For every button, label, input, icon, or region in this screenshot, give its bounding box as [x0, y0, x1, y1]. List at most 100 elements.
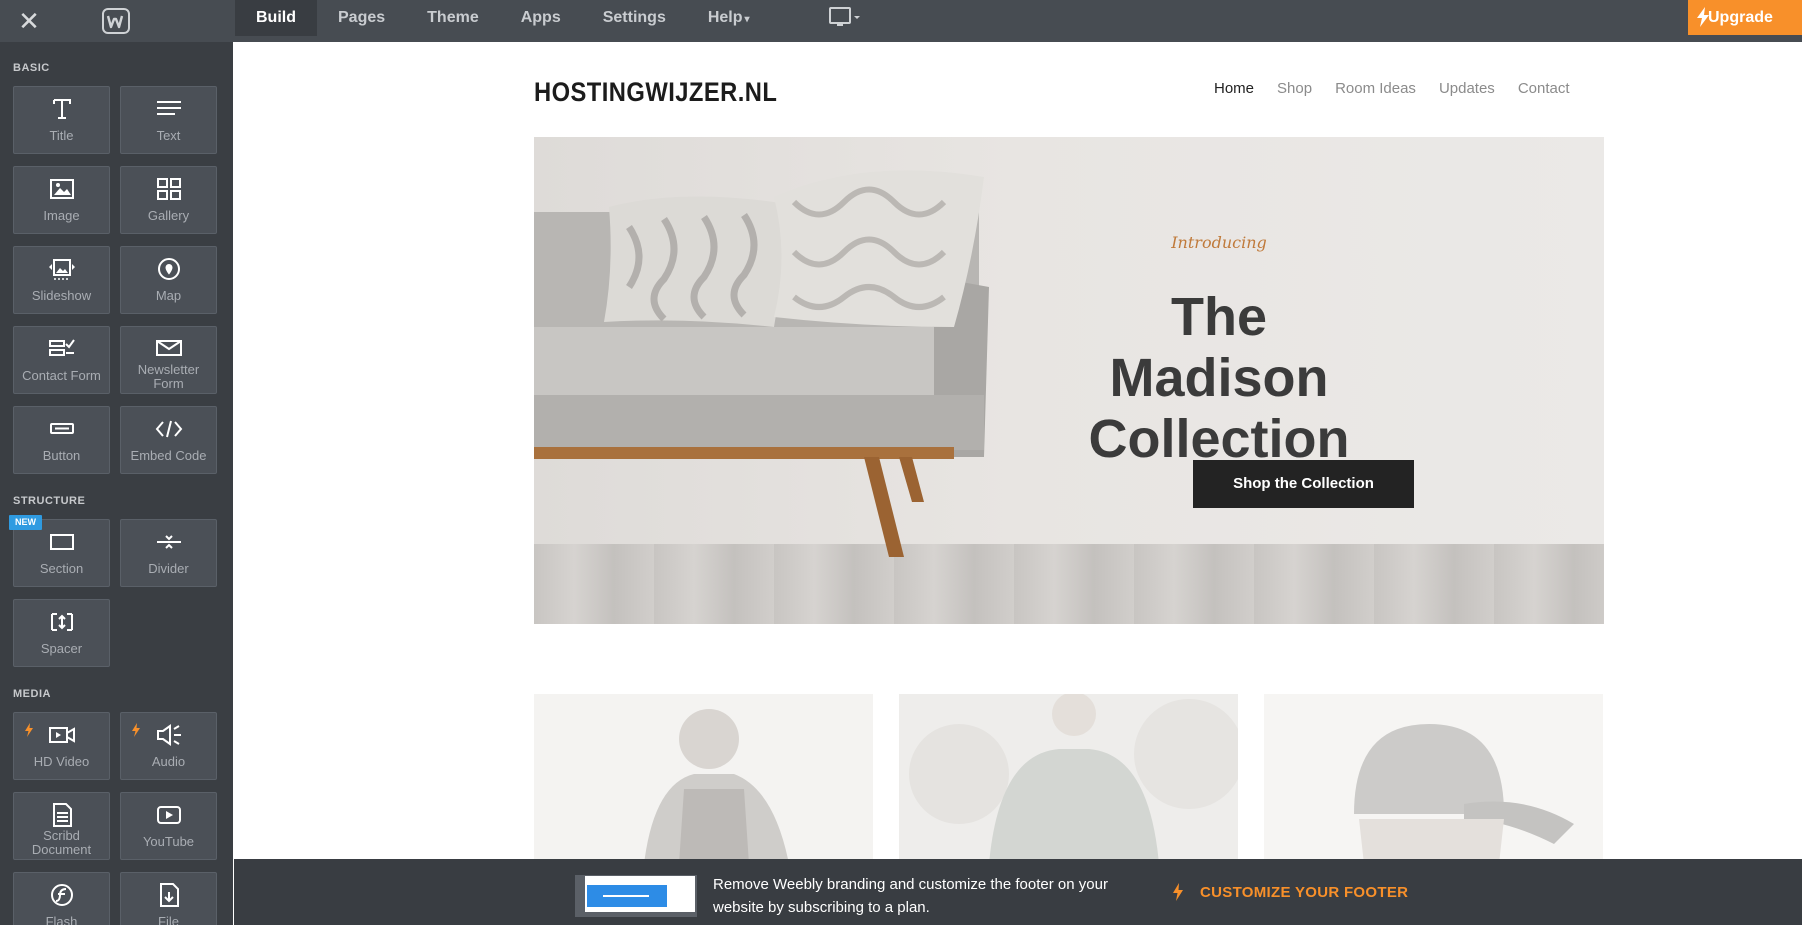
- element-newsletter-form[interactable]: Newsletter Form: [120, 326, 217, 394]
- element-file[interactable]: File: [120, 872, 217, 925]
- element-text[interactable]: Text: [120, 86, 217, 154]
- customize-footer-link[interactable]: CUSTOMIZE YOUR FOOTER: [1173, 883, 1409, 901]
- element-newsletter-label-2: Form: [153, 376, 184, 391]
- lightning-icon: [25, 723, 33, 737]
- contact-form-icon: [49, 339, 75, 356]
- element-flash[interactable]: Flash: [13, 872, 110, 925]
- element-section-label: Section: [39, 561, 84, 576]
- chevron-down-icon: ▾: [744, 14, 750, 25]
- video-camera-icon: [49, 727, 75, 743]
- structure-heading: STRUCTURE: [13, 495, 86, 507]
- element-scribd-label-2: Document: [31, 842, 92, 857]
- tab-apps[interactable]: Apps: [500, 0, 582, 36]
- new-badge: NEW: [9, 515, 42, 530]
- site-nav-shop[interactable]: Shop: [1277, 80, 1312, 97]
- site-nav-contact[interactable]: Contact: [1518, 80, 1570, 97]
- element-title-label: Title: [49, 128, 74, 143]
- element-divider-label: Divider: [148, 561, 189, 576]
- element-file-label: File: [158, 914, 179, 925]
- hero-banner[interactable]: Introducing The Madison Collection Shop …: [534, 137, 1604, 624]
- product-image-cap[interactable]: [1264, 694, 1603, 859]
- element-slideshow[interactable]: Slideshow: [13, 246, 110, 314]
- site-nav-updates[interactable]: Updates: [1439, 80, 1495, 97]
- image-icon: [50, 179, 74, 199]
- element-text-label: Text: [156, 128, 181, 143]
- site-nav-home[interactable]: Home: [1214, 80, 1254, 97]
- product-photo-man: [899, 694, 1238, 859]
- site-nav: Home Shop Room Ideas Updates Contact: [1214, 80, 1593, 97]
- divider-icon: [157, 535, 181, 549]
- text-lines-icon: [157, 101, 181, 115]
- upgrade-button[interactable]: Upgrade: [1688, 0, 1802, 35]
- element-title[interactable]: Title: [13, 86, 110, 154]
- footer-upsell-message: Remove Weebly branding and customize the…: [713, 873, 1133, 919]
- element-contact-form[interactable]: Contact Form: [13, 326, 110, 394]
- element-spacer-label: Spacer: [40, 641, 83, 656]
- product-image-jacket[interactable]: [534, 694, 873, 859]
- element-map-label: Map: [155, 288, 182, 303]
- element-divider[interactable]: Divider: [120, 519, 217, 587]
- product-photo-woman: [534, 694, 873, 859]
- slideshow-icon: [49, 259, 75, 280]
- button-icon: [50, 423, 74, 434]
- map-pin-icon: [158, 258, 180, 280]
- element-hd-video[interactable]: HD Video: [13, 712, 110, 780]
- footer-message-line-2: website by subscribing to a plan.: [713, 899, 930, 916]
- customize-footer-label: CUSTOMIZE YOUR FOOTER: [1200, 884, 1409, 901]
- element-audio-label: Audio: [151, 754, 186, 769]
- element-image-label: Image: [43, 208, 80, 223]
- product-image-tshirt[interactable]: [899, 694, 1238, 859]
- file-download-icon: [160, 883, 179, 907]
- product-photo-cap: [1264, 694, 1603, 859]
- shop-collection-button[interactable]: Shop the Collection: [1193, 460, 1414, 508]
- tab-help-label: Help: [707, 9, 743, 26]
- element-image[interactable]: Image: [13, 166, 110, 234]
- element-gallery-label: Gallery: [147, 208, 190, 223]
- close-icon[interactable]: ✕: [14, 6, 44, 36]
- element-button[interactable]: Button: [13, 406, 110, 474]
- hero-intro: Introducing: [1171, 233, 1267, 252]
- gallery-grid-icon: [157, 178, 181, 200]
- youtube-icon: [157, 806, 181, 824]
- section-icon: [50, 534, 74, 550]
- desktop-icon[interactable]: [828, 6, 864, 30]
- element-slideshow-label: Slideshow: [31, 288, 92, 303]
- element-map[interactable]: Map: [120, 246, 217, 314]
- element-embed-code-label: Embed Code: [130, 448, 207, 463]
- element-scribd-label-1: Scribd: [43, 828, 80, 843]
- lightning-icon: [1173, 883, 1183, 901]
- tab-settings[interactable]: Settings: [582, 0, 687, 36]
- site-preview-canvas: HOSTINGWIJZER.NL Home Shop Room Ideas Up…: [234, 42, 1802, 859]
- tab-theme[interactable]: Theme: [406, 0, 500, 36]
- footer-preview-thumbnail: [575, 875, 697, 917]
- element-youtube-label: YouTube: [142, 834, 195, 849]
- element-embed-code[interactable]: Embed Code: [120, 406, 217, 474]
- document-icon: [53, 803, 72, 827]
- element-gallery[interactable]: Gallery: [120, 166, 217, 234]
- editor-main-nav: Build Pages Theme Apps Settings Help ▾: [235, 0, 771, 36]
- media-heading: MEDIA: [13, 688, 51, 700]
- element-hd-video-label: HD Video: [33, 754, 90, 769]
- weebly-logo-icon[interactable]: [102, 8, 130, 34]
- element-scribd-document[interactable]: Scribd Document: [13, 792, 110, 860]
- tab-help[interactable]: Help ▾: [687, 0, 771, 36]
- element-flash-label: Flash: [45, 914, 78, 925]
- sofa-image: [534, 170, 989, 557]
- site-nav-room-ideas[interactable]: Room Ideas: [1335, 80, 1416, 97]
- lightning-icon: [132, 723, 140, 737]
- editor-topbar: ✕ Build Pages Theme Apps Settings Help ▾ …: [0, 0, 1802, 42]
- site-logo[interactable]: HOSTINGWIJZER.NL: [534, 77, 777, 108]
- element-spacer[interactable]: Spacer: [13, 599, 110, 667]
- flash-icon: [51, 884, 73, 906]
- code-icon: [155, 420, 183, 438]
- footer-upsell-bar: Remove Weebly branding and customize the…: [234, 859, 1802, 925]
- speaker-icon: [157, 724, 181, 746]
- title-icon: [53, 99, 71, 119]
- footer-message-line-1: Remove Weebly branding and customize the…: [713, 876, 1108, 893]
- tab-build[interactable]: Build: [235, 0, 317, 36]
- hero-title-line-1: The Madison: [1109, 287, 1329, 408]
- element-youtube[interactable]: YouTube: [120, 792, 217, 860]
- element-button-label: Button: [42, 448, 81, 463]
- element-audio[interactable]: Audio: [120, 712, 217, 780]
- tab-pages[interactable]: Pages: [317, 0, 406, 36]
